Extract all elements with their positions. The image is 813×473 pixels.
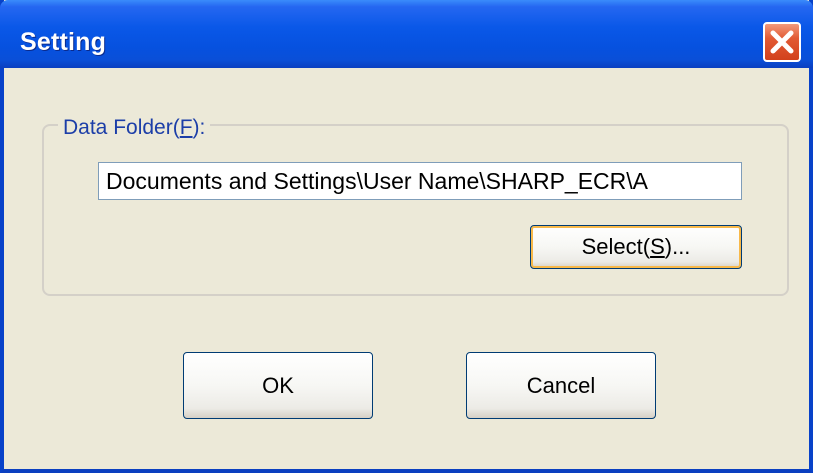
cancel-button[interactable]: Cancel	[466, 352, 656, 419]
window-title: Setting	[20, 28, 107, 56]
data-folder-label: Data Folder(F):	[58, 116, 211, 140]
title-bar[interactable]: Setting	[0, 0, 813, 68]
ok-button[interactable]: OK	[183, 352, 373, 419]
data-folder-group	[42, 124, 789, 296]
close-button[interactable]	[763, 22, 801, 62]
close-icon	[769, 29, 795, 55]
data-folder-path-input[interactable]	[98, 162, 742, 200]
select-folder-button[interactable]: Select(S)...	[530, 225, 742, 269]
select-button-label: Select(S)...	[581, 234, 691, 259]
